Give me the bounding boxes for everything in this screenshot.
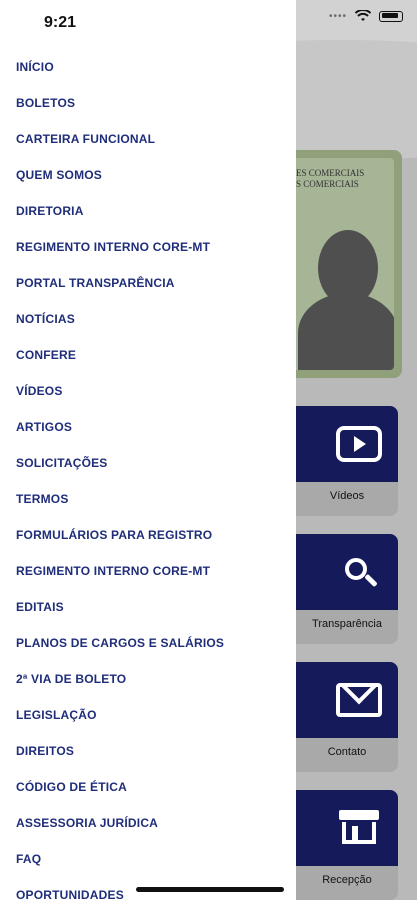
status-icons: •••• — [329, 10, 403, 22]
home-indicator[interactable] — [136, 887, 284, 892]
menu-item[interactable]: VÍDEOS — [16, 382, 224, 418]
menu-item[interactable]: PORTAL TRANSPARÊNCIA — [16, 274, 224, 310]
menu-item[interactable]: CÓDIGO DE ÉTICA — [16, 778, 224, 814]
menu-item[interactable]: NOTÍCIAS — [16, 310, 224, 346]
menu-item[interactable]: DIRETORIA — [16, 202, 224, 238]
menu-item[interactable]: CARTEIRA FUNCIONAL — [16, 130, 224, 166]
store-icon — [339, 810, 379, 846]
status-time: 9:21 — [44, 14, 77, 31]
drawer-menu: INÍCIO BOLETOS CARTEIRA FUNCIONAL QUEM SOMO… — [16, 58, 224, 900]
search-icon — [342, 555, 378, 589]
menu-item[interactable]: DIREITOS — [16, 742, 224, 778]
navigation-drawer: 9:21 INÍCIO BOLETOS CARTEIRA FUNCIONAL QUEM… — [0, 0, 296, 900]
menu-item[interactable]: TERMOS — [16, 490, 224, 526]
mail-icon — [336, 683, 382, 717]
wifi-icon — [355, 10, 371, 21]
menu-item[interactable]: EDITAIS — [16, 598, 224, 634]
menu-item[interactable]: 2ª VIA DE BOLETO — [16, 670, 224, 706]
menu-item[interactable]: QUEM SOMOS — [16, 166, 224, 202]
menu-item[interactable]: REGIMENTO INTERNO CORE-MT — [16, 238, 224, 274]
menu-item[interactable]: ARTIGOS — [16, 418, 224, 454]
signal-icon: •••• — [328, 10, 347, 22]
menu-item[interactable]: ASSESSORIA JURÍDICA — [16, 814, 224, 850]
menu-item[interactable]: REGIMENTO INTERNO CORE-MT — [16, 562, 224, 598]
tile-recepcao-label: Recepção — [322, 874, 372, 886]
play-icon — [336, 426, 382, 462]
id-card-text-line1: ES COMERCIAIS — [296, 168, 365, 178]
menu-item[interactable]: FORMULÁRIOS PARA REGISTRO — [16, 526, 224, 562]
battery-icon — [379, 10, 403, 22]
menu-item[interactable]: PLANOS DE CARGOS E SALÁRIOS — [16, 634, 224, 670]
tile-transparencia-label: Transparência — [312, 618, 382, 630]
menu-item[interactable]: FAQ — [16, 850, 224, 886]
id-card-text-line2: S COMERCIAIS — [296, 179, 359, 189]
tile-contato-label: Contato — [327, 746, 367, 758]
menu-item[interactable]: LEGISLAÇÃO — [16, 706, 224, 742]
id-card-header: ES COMERCIAIS S COMERCIAIS — [296, 168, 364, 190]
menu-item[interactable]: CONFERE — [16, 346, 224, 382]
avatar-placeholder-body — [298, 293, 394, 370]
tile-videos-label: Vídeos — [329, 490, 365, 502]
menu-item[interactable]: INÍCIO — [16, 58, 224, 94]
menu-item[interactable]: SOLICITAÇÕES — [16, 454, 224, 490]
menu-item[interactable]: BOLETOS — [16, 94, 224, 130]
